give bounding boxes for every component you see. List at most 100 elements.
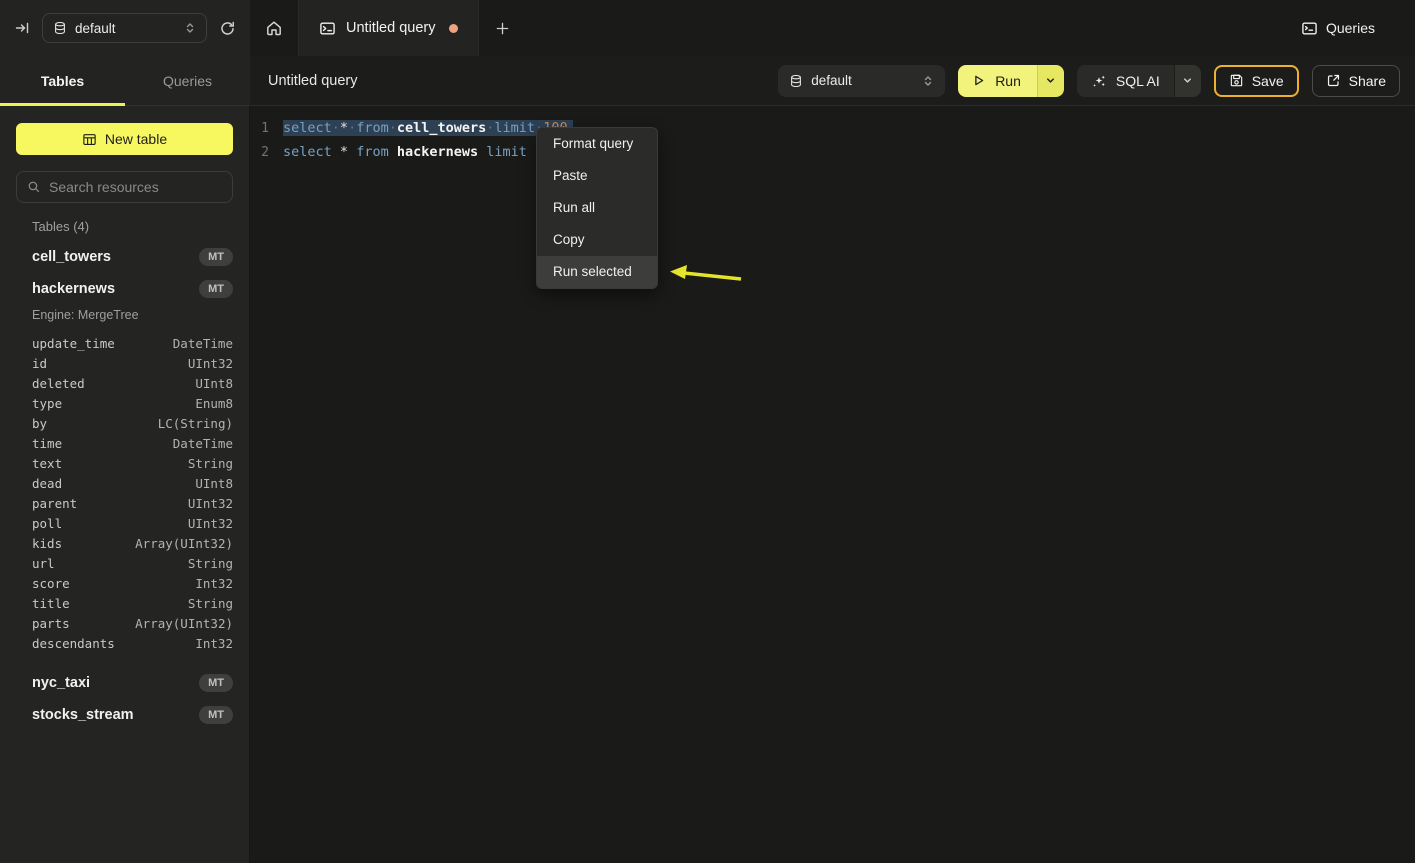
unsaved-changes-dot [449, 24, 458, 33]
column-row[interactable]: textString [32, 453, 233, 473]
column-row[interactable]: type Enum8 [32, 393, 233, 413]
code-tokens: select·*·from·cell_towers·limit·100 [283, 120, 573, 136]
database-selector[interactable]: default [42, 13, 207, 43]
column-row[interactable]: parentUInt32 [32, 493, 233, 513]
column-type: UInt8 [195, 476, 233, 491]
column-type: DateTime [173, 436, 233, 451]
sidebar-tab-strip: Tables Queries [0, 56, 250, 106]
code-line[interactable]: 1select·*·from·cell_towers·limit·100 [250, 116, 1415, 140]
column-row[interactable]: scoreInt32 [32, 573, 233, 593]
save-icon [1229, 73, 1244, 88]
queries-button[interactable]: Queries [1301, 0, 1375, 56]
chevron-down-icon [1182, 75, 1193, 86]
column-name: parent [32, 496, 77, 511]
database-selector-value: default [75, 21, 176, 36]
column-row[interactable]: partsArray(UInt32) [32, 613, 233, 633]
sql-ai-button[interactable]: SQL AI [1077, 65, 1174, 97]
column-type: LC(String) [158, 416, 233, 431]
context-menu-item[interactable]: Run selected [537, 256, 657, 288]
column-row[interactable]: poll UInt32 [32, 513, 233, 533]
home-icon [265, 19, 283, 37]
sidebar-tab-tables[interactable]: Tables [0, 56, 125, 105]
database-icon [789, 74, 803, 88]
tab-bar-spacer [525, 0, 1301, 56]
table-item-hackernews[interactable]: hackernews MT [32, 273, 233, 305]
save-button-label: Save [1252, 73, 1284, 89]
sidebar-tab-queries[interactable]: Queries [125, 56, 250, 105]
terminal-icon [319, 20, 336, 37]
column-row[interactable]: titleString [32, 593, 233, 613]
table-grid-icon [82, 132, 97, 147]
column-type: UInt8 [195, 376, 233, 391]
run-button[interactable]: Run [958, 65, 1037, 97]
run-button-label: Run [995, 73, 1021, 89]
run-options-chevron[interactable] [1037, 65, 1064, 97]
editor-toolbar: default Run [778, 65, 1400, 97]
table-engine-label: Engine: MergeTree [32, 305, 233, 325]
sql-ai-button-label: SQL AI [1116, 73, 1160, 89]
plus-icon [495, 21, 510, 36]
save-button[interactable]: Save [1214, 65, 1299, 97]
column-row[interactable]: update_timeDateTime [32, 333, 233, 353]
new-tab-button[interactable] [479, 0, 525, 56]
column-name: poll [32, 516, 62, 531]
column-type: UInt32 [188, 356, 233, 371]
search-input[interactable] [49, 179, 230, 195]
context-menu-item[interactable]: Format query [537, 128, 657, 160]
sql-ai-options-chevron[interactable] [1174, 65, 1201, 97]
collapse-sidebar-button[interactable] [14, 20, 30, 36]
column-type: UInt32 [188, 516, 233, 531]
column-name: update_time [32, 336, 115, 351]
column-type: Enum8 [195, 396, 233, 411]
column-row[interactable]: deleted UInt8 [32, 373, 233, 393]
line-number: 1 [250, 121, 283, 136]
table-item-cell-towers[interactable]: cell_towers MT [32, 241, 233, 273]
collapse-sidebar-icon [14, 20, 30, 36]
tab-bar: Untitled query Queries [250, 0, 1415, 56]
column-row[interactable]: timeDateTime [32, 433, 233, 453]
run-split-button: Run [958, 65, 1064, 97]
context-menu-item[interactable]: Copy [537, 224, 657, 256]
refresh-button[interactable] [219, 20, 236, 37]
column-name: type [32, 396, 62, 411]
tab-untitled-query[interactable]: Untitled query [298, 0, 479, 56]
mergetree-badge: MT [199, 706, 233, 724]
new-table-button[interactable]: New table [16, 123, 233, 155]
new-table-button-label: New table [105, 131, 167, 147]
share-icon [1326, 73, 1341, 88]
sql-editor[interactable]: 1select·*·from·cell_towers·limit·1002sel… [250, 106, 1415, 863]
context-menu-item[interactable]: Paste [537, 160, 657, 192]
share-button[interactable]: Share [1312, 65, 1400, 97]
queries-tab-label: Queries [163, 73, 212, 89]
column-name: dead [32, 476, 62, 491]
column-type: String [188, 456, 233, 471]
column-name: deleted [32, 376, 85, 391]
column-row[interactable]: dead UInt8 [32, 473, 233, 493]
column-row[interactable]: descendantsInt32 [32, 633, 233, 653]
table-item-nyc-taxi[interactable]: nyc_taxi MT [32, 667, 233, 699]
column-row[interactable]: urlString [32, 553, 233, 573]
table-name: cell_towers [32, 249, 111, 265]
column-name: id [32, 356, 47, 371]
sql-ai-split-button: SQL AI [1077, 65, 1201, 97]
column-row[interactable]: id UInt32 [32, 353, 233, 373]
table-item-stocks-stream[interactable]: stocks_stream MT [32, 699, 233, 731]
code-line[interactable]: 2select * from hackernews limit [250, 140, 1415, 164]
editor-database-selector[interactable]: default [778, 65, 945, 97]
column-row[interactable]: kidsArray(UInt32) [32, 533, 233, 553]
column-name: descendants [32, 636, 115, 651]
column-name: url [32, 556, 55, 571]
resources-sidebar: New table Tables (4) cell_towers MT hack… [0, 106, 250, 863]
code-lines: 1select·*·from·cell_towers·limit·1002sel… [250, 116, 1415, 164]
column-row[interactable]: byLC(String) [32, 413, 233, 433]
editor-database-value: default [811, 73, 914, 88]
editor-header: Untitled query default Run [250, 56, 1415, 106]
home-button[interactable] [250, 0, 298, 56]
column-name: title [32, 596, 70, 611]
column-name: kids [32, 536, 62, 551]
terminal-icon [1301, 20, 1318, 37]
search-box [16, 171, 233, 203]
table-name: hackernews [32, 281, 115, 297]
context-menu-item[interactable]: Run all [537, 192, 657, 224]
column-list: update_timeDateTimeidUInt32deletedUInt8t… [32, 333, 233, 653]
